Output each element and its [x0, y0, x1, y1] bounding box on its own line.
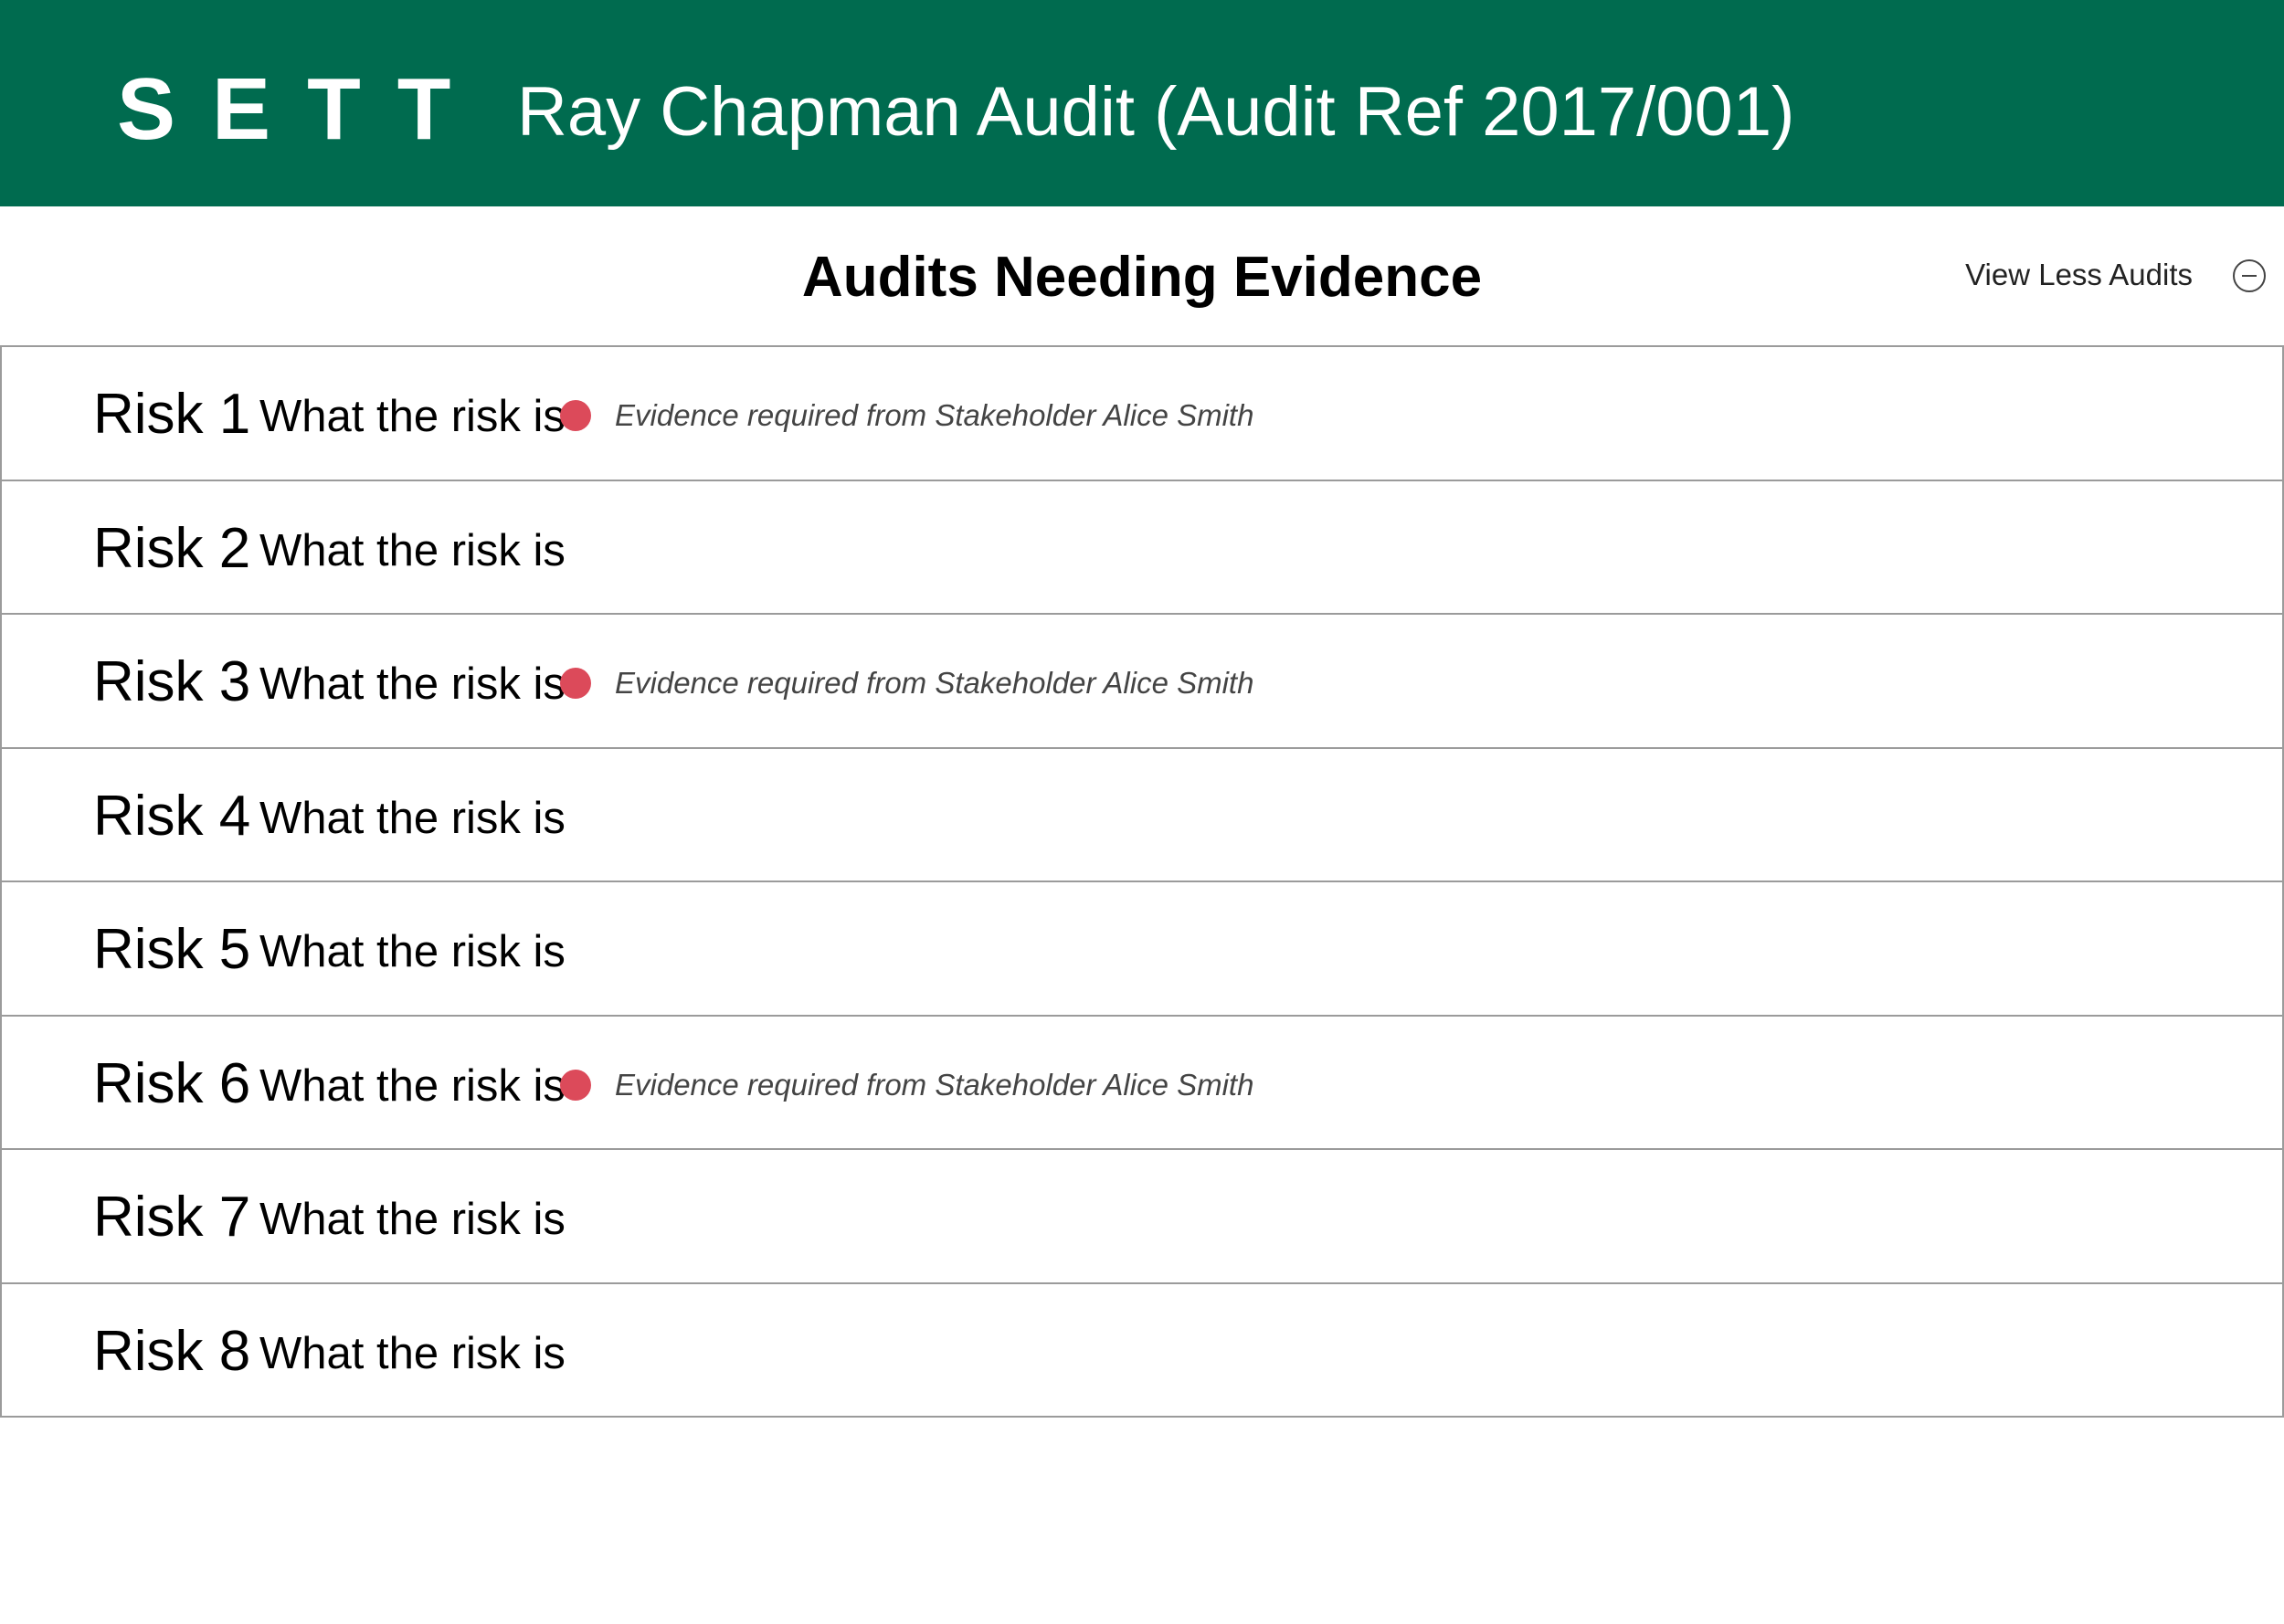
risk-row[interactable]: Risk 8 What the risk is — [0, 1283, 2284, 1418]
section-title: Audits Needing Evidence — [801, 246, 1483, 309]
risk-description: What the risk is — [259, 659, 566, 709]
risk-label: Risk 8 — [93, 1319, 251, 1383]
risk-label: Risk 6 — [93, 1051, 251, 1115]
view-less-audits-link[interactable]: View Less Audits — [1965, 252, 2193, 298]
section-header: Audits Needing Evidence View Less Audits — [0, 206, 2284, 345]
evidence-note: Evidence required from Stakeholder Alice… — [615, 666, 1254, 700]
risk-label: Risk 4 — [93, 784, 251, 848]
evidence-note: Evidence required from Stakeholder Alice… — [615, 1067, 1254, 1102]
minus-circle-icon[interactable] — [2233, 259, 2266, 292]
risk-row[interactable]: Risk 1 What the risk is Evidence require… — [0, 347, 2284, 481]
risk-row[interactable]: Risk 7 What the risk is — [0, 1150, 2284, 1284]
risk-row[interactable]: Risk 3 What the risk is Evidence require… — [0, 615, 2284, 749]
risk-description: What the risk is — [259, 1328, 566, 1378]
risk-description: What the risk is — [259, 927, 566, 976]
risk-row[interactable]: Risk 5 What the risk is — [0, 882, 2284, 1017]
app-header: SETT Ray Chapman Audit (Audit Ref 2017/0… — [0, 0, 2284, 206]
risk-label: Risk 5 — [93, 918, 251, 981]
risk-label: Risk 2 — [93, 516, 251, 580]
evidence-status-dot-icon — [560, 668, 591, 699]
risk-label: Risk 3 — [93, 650, 251, 713]
evidence-status-dot-icon — [560, 1069, 591, 1101]
risk-list: Risk 1 What the risk is Evidence require… — [0, 345, 2284, 1418]
risk-description: What the risk is — [259, 392, 566, 441]
audit-title: Ray Chapman Audit (Audit Ref 2017/001) — [517, 73, 1795, 151]
risk-row[interactable]: Risk 6 What the risk is Evidence require… — [0, 1016, 2284, 1150]
evidence-status-dot-icon — [560, 400, 591, 431]
risk-label: Risk 1 — [93, 383, 251, 446]
risk-description: What the risk is — [259, 793, 566, 843]
risk-row[interactable]: Risk 4 What the risk is — [0, 748, 2284, 882]
evidence-note: Evidence required from Stakeholder Alice… — [615, 398, 1254, 432]
risk-row[interactable]: Risk 2 What the risk is — [0, 480, 2284, 615]
risk-description: What the risk is — [259, 525, 566, 575]
risk-description: What the risk is — [259, 1060, 566, 1111]
risk-label: Risk 7 — [93, 1186, 251, 1249]
sett-logo[interactable]: SETT — [117, 64, 487, 155]
risk-description: What the risk is — [259, 1195, 566, 1244]
